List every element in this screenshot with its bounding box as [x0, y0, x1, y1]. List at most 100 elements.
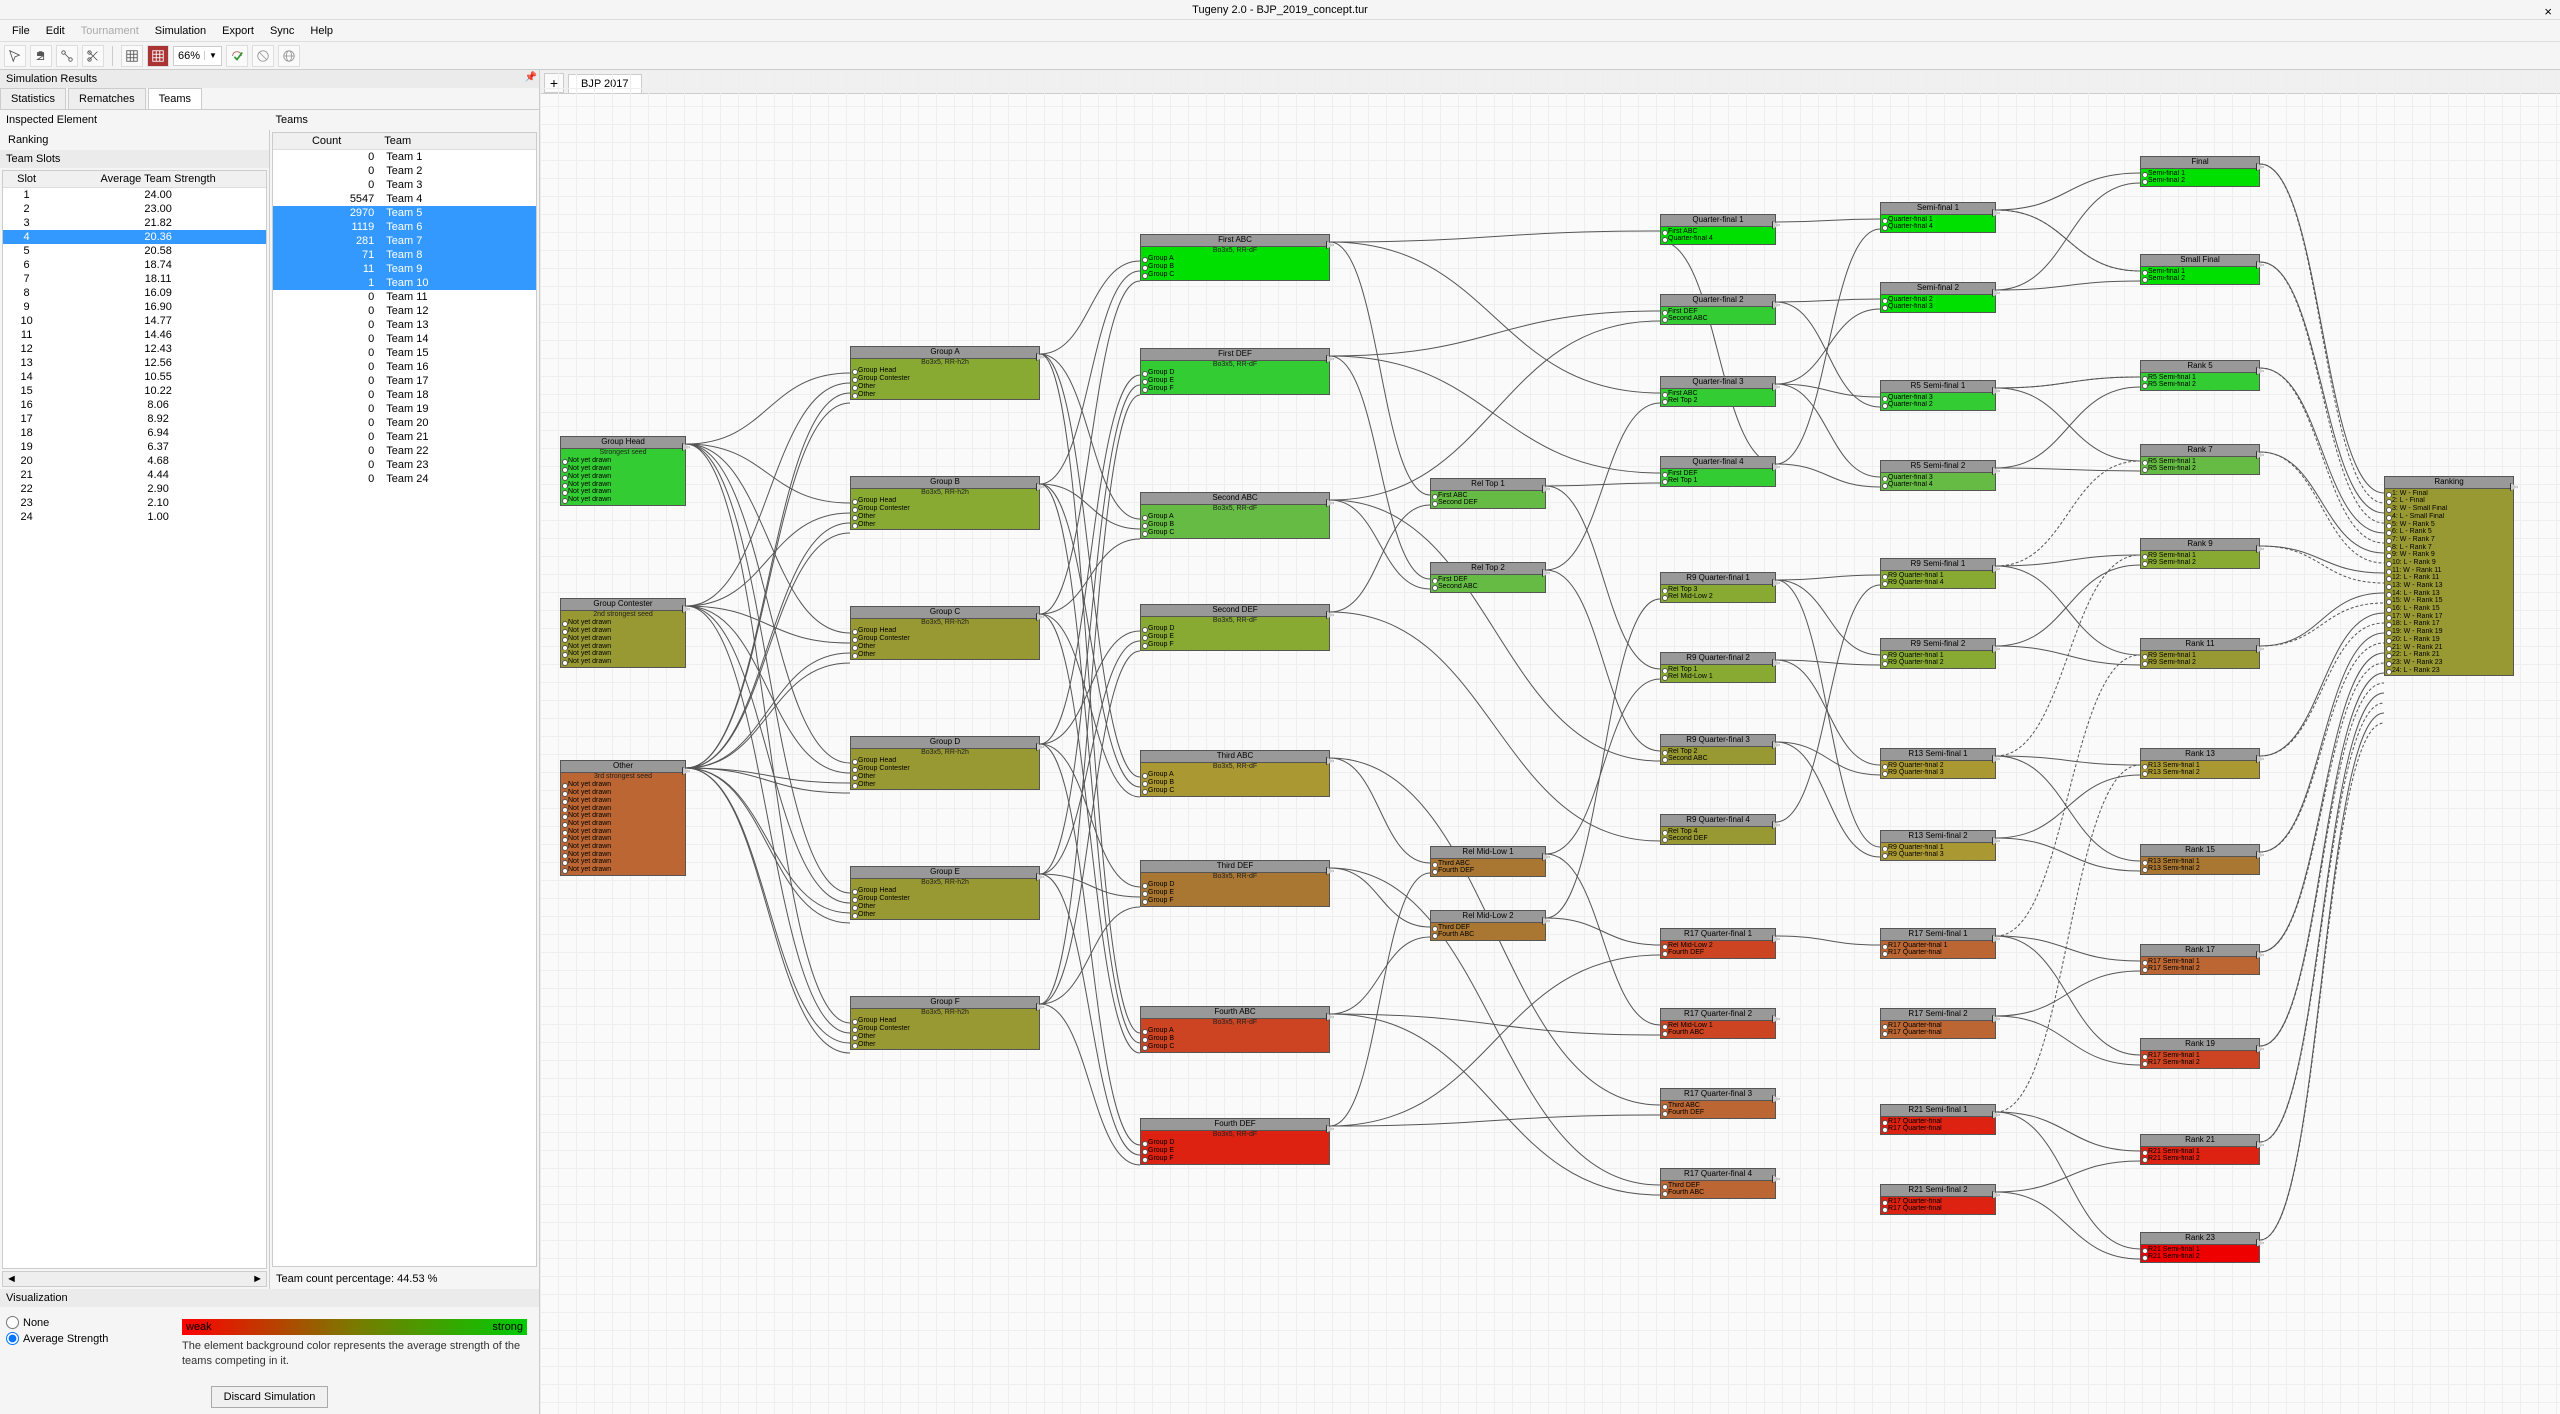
close-icon[interactable]: × [2544, 2, 2552, 22]
team-row[interactable]: 0Team 3 [273, 178, 536, 192]
menu-file[interactable]: File [4, 25, 38, 37]
bracket-node[interactable]: Other3rd strongest seedNot yet drawnNot … [560, 760, 686, 876]
team-row[interactable]: 0Team 15 [273, 346, 536, 360]
team-row[interactable]: 71Team 8 [273, 248, 536, 262]
team-row[interactable]: 0Team 1 [273, 150, 536, 165]
slot-row[interactable]: 520.58 [3, 244, 266, 258]
bracket-node[interactable]: Small FinalSemi-final 1Semi-final 2 [2140, 254, 2260, 285]
slot-row[interactable]: 204.68 [3, 454, 266, 468]
bracket-node[interactable]: Rel Mid-Low 2Third DEFFourth ABC [1430, 910, 1546, 941]
bracket-node[interactable]: First DEFBo3x5, RR-dFGroup DGroup EGroup… [1140, 348, 1330, 395]
slot-row[interactable]: 1510.22 [3, 384, 266, 398]
bracket-node[interactable]: R13 Semi-final 1R9 Quarter-final 2R9 Qua… [1880, 748, 1996, 779]
bracket-node[interactable]: FinalSemi-final 1Semi-final 2 [2140, 156, 2260, 187]
team-row[interactable]: 2970Team 5 [273, 206, 536, 220]
tool-validate[interactable] [226, 45, 248, 67]
bracket-node[interactable]: First ABCBo3x5, RR-dFGroup AGroup BGroup… [1140, 234, 1330, 281]
team-row[interactable]: 0Team 18 [273, 388, 536, 402]
team-row[interactable]: 5547Team 4 [273, 192, 536, 206]
bracket-node[interactable]: Second DEFBo3x5, RR-dFGroup DGroup EGrou… [1140, 604, 1330, 651]
bracket-node[interactable]: Quarter-final 1First ABCQuarter-final 4 [1660, 214, 1776, 245]
bracket-node[interactable]: Fourth ABCBo3x5, RR-dFGroup AGroup BGrou… [1140, 1006, 1330, 1053]
bracket-node[interactable]: Rank 19R17 Semi-final 1R17 Semi-final 2 [2140, 1038, 2260, 1069]
tool-hand[interactable] [30, 45, 52, 67]
slot-row[interactable]: 916.90 [3, 300, 266, 314]
tool-grid-color[interactable] [147, 45, 169, 67]
team-row[interactable]: 0Team 22 [273, 444, 536, 458]
bracket-node[interactable]: R9 Quarter-final 2Rel Top 1Rel Mid-Low 1 [1660, 652, 1776, 683]
zoom-selector[interactable]: 66% ▼ [173, 46, 222, 66]
team-row[interactable]: 0Team 13 [273, 318, 536, 332]
discard-button[interactable]: Discard Simulation [211, 1386, 329, 1408]
bracket-node[interactable]: Rank 5R5 Semi-final 1R5 Semi-final 2 [2140, 360, 2260, 391]
team-row[interactable]: 0Team 11 [273, 290, 536, 304]
slot-row[interactable]: 214.44 [3, 468, 266, 482]
bracket-node[interactable]: R9 Quarter-final 1Rel Top 3Rel Mid-Low 2 [1660, 572, 1776, 603]
slot-row[interactable]: 618.74 [3, 258, 266, 272]
bracket-node[interactable]: R21 Semi-final 1R17 Quarter-finalR17 Qua… [1880, 1104, 1996, 1135]
bracket-node[interactable]: R17 Semi-final 2R17 Quarter-finalR17 Qua… [1880, 1008, 1996, 1039]
viz-none-radio[interactable] [6, 1316, 19, 1329]
bracket-node[interactable]: Rank 21R21 Semi-final 1R21 Semi-final 2 [2140, 1134, 2260, 1165]
canvas[interactable]: Group HeadStrongest seedNot yet drawnNot… [540, 70, 2560, 1414]
slot-row[interactable]: 816.09 [3, 286, 266, 300]
slot-row[interactable]: 223.00 [3, 202, 266, 216]
tool-connect[interactable] [56, 45, 78, 67]
team-row[interactable]: 0Team 20 [273, 416, 536, 430]
team-row[interactable]: 0Team 24 [273, 472, 536, 486]
slot-row[interactable]: 718.11 [3, 272, 266, 286]
menu-edit[interactable]: Edit [38, 25, 73, 37]
bracket-node[interactable]: Group DBo3x5, RR-h2hGroup HeadGroup Cont… [850, 736, 1040, 790]
bracket-node[interactable]: R17 Quarter-final 3Third ABCFourth DEF [1660, 1088, 1776, 1119]
slot-row[interactable]: 420.36 [3, 230, 266, 244]
pin-icon[interactable]: 📌 [525, 72, 537, 83]
tool-cut[interactable] [82, 45, 104, 67]
bracket-node[interactable]: Rank 7R5 Semi-final 1R5 Semi-final 2 [2140, 444, 2260, 475]
team-row[interactable]: 0Team 16 [273, 360, 536, 374]
team-row[interactable]: 0Team 23 [273, 458, 536, 472]
menu-tournament[interactable]: Tournament [73, 25, 147, 37]
team-row[interactable]: 0Team 14 [273, 332, 536, 346]
slot-row[interactable]: 168.06 [3, 398, 266, 412]
bracket-node[interactable]: Rank 15R13 Semi-final 1R13 Semi-final 2 [2140, 844, 2260, 875]
bracket-node[interactable]: Rel Mid-Low 1Third ABCFourth DEF [1430, 846, 1546, 877]
bracket-node[interactable]: Rank 23R21 Semi-final 1R21 Semi-final 2 [2140, 1232, 2260, 1263]
bracket-node[interactable]: Second ABCBo3x5, RR-dFGroup AGroup BGrou… [1140, 492, 1330, 539]
team-row[interactable]: 0Team 17 [273, 374, 536, 388]
bracket-node[interactable]: R5 Semi-final 2Quarter-final 3Quarter-fi… [1880, 460, 1996, 491]
slot-row[interactable]: 222.90 [3, 482, 266, 496]
team-row[interactable]: 0Team 21 [273, 430, 536, 444]
bracket-node[interactable]: R9 Quarter-final 3Rel Top 2Second ABC [1660, 734, 1776, 765]
tool-globe[interactable] [278, 45, 300, 67]
team-row[interactable]: 1119Team 6 [273, 220, 536, 234]
bracket-node[interactable]: Rank 9R9 Semi-final 1R9 Semi-final 2 [2140, 538, 2260, 569]
slot-table[interactable]: SlotAverage Team Strength124.00223.00321… [2, 170, 267, 1269]
bracket-node[interactable]: R13 Semi-final 2R9 Quarter-final 1R9 Qua… [1880, 830, 1996, 861]
bracket-node[interactable]: Quarter-final 4First DEFRel Top 1 [1660, 456, 1776, 487]
slot-row[interactable]: 1014.77 [3, 314, 266, 328]
bracket-node[interactable]: Rel Top 1First ABCSecond DEF [1430, 478, 1546, 509]
bracket-node[interactable]: R17 Quarter-final 4Third DEFFourth ABC [1660, 1168, 1776, 1199]
team-row[interactable]: 0Team 2 [273, 164, 536, 178]
tab-statistics[interactable]: Statistics [0, 88, 66, 109]
slot-row[interactable]: 232.10 [3, 496, 266, 510]
tool-cancel[interactable] [252, 45, 274, 67]
bracket-node[interactable]: Group ABo3x5, RR-h2hGroup HeadGroup Cont… [850, 346, 1040, 400]
bracket-node[interactable]: Group HeadStrongest seedNot yet drawnNot… [560, 436, 686, 506]
slot-scrollbar[interactable]: ◄► [2, 1271, 267, 1287]
tab-rematches[interactable]: Rematches [68, 88, 146, 109]
tab-teams[interactable]: Teams [148, 88, 202, 109]
team-row[interactable]: 1Team 10 [273, 276, 536, 290]
bracket-node[interactable]: Group FBo3x5, RR-h2hGroup HeadGroup Cont… [850, 996, 1040, 1050]
menu-export[interactable]: Export [214, 25, 262, 37]
bracket-node[interactable]: R17 Quarter-final 1Rel Mid-Low 2Fourth D… [1660, 928, 1776, 959]
slot-row[interactable]: 321.82 [3, 216, 266, 230]
bracket-node[interactable]: R17 Quarter-final 2Rel Mid-Low 1Fourth A… [1660, 1008, 1776, 1039]
slot-row[interactable]: 241.00 [3, 510, 266, 524]
bracket-node[interactable]: Group BBo3x5, RR-h2hGroup HeadGroup Cont… [850, 476, 1040, 530]
bracket-node[interactable]: R5 Semi-final 1Quarter-final 3Quarter-fi… [1880, 380, 1996, 411]
bracket-node[interactable]: Semi-final 2Quarter-final 2Quarter-final… [1880, 282, 1996, 313]
slot-row[interactable]: 124.00 [3, 188, 266, 203]
bracket-node[interactable]: Group Contester2nd strongest seedNot yet… [560, 598, 686, 668]
bracket-node[interactable]: Rank 11R9 Semi-final 1R9 Semi-final 2 [2140, 638, 2260, 669]
